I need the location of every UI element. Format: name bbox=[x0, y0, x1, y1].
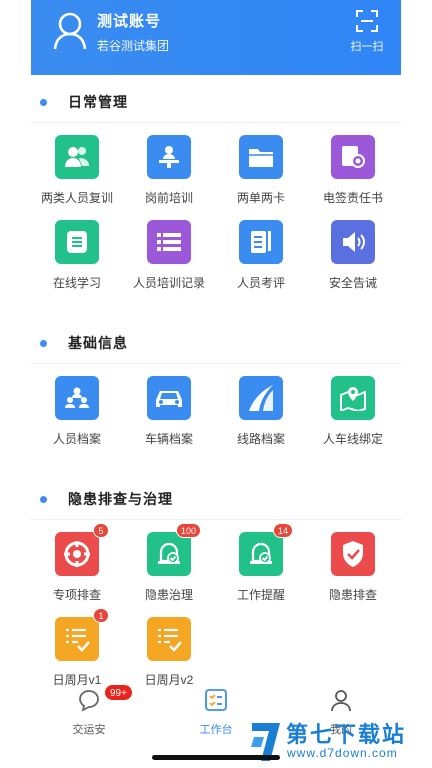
grid-item-vehicle-files[interactable]: 车辆档案 bbox=[123, 376, 215, 447]
grid-item-safety-warning[interactable]: 安全告诫 bbox=[307, 220, 399, 291]
grid-item-label: 工作提醒 bbox=[236, 588, 285, 602]
grid-item-label: 专项排查 bbox=[52, 588, 101, 602]
checklist-icon bbox=[147, 617, 191, 661]
grid-item-label: 电签责任书 bbox=[322, 191, 383, 205]
certificate-icon bbox=[331, 135, 375, 179]
grid-item-online-learning[interactable]: 在线学习 bbox=[31, 220, 123, 291]
divider bbox=[31, 122, 401, 123]
grid-item-route-files[interactable]: 线路档案 bbox=[215, 376, 307, 447]
scan-label: 扫一扫 bbox=[350, 41, 384, 53]
grid-item-label: 岗前培训 bbox=[144, 191, 193, 205]
section-bullet bbox=[40, 339, 47, 347]
grid-item-staff-files[interactable]: 人员档案 bbox=[31, 376, 123, 447]
account-header: 测试账号 若谷测试集团 扫一扫 bbox=[31, 0, 401, 75]
grid-item-two-types-retraining[interactable]: 两类人员复训 bbox=[31, 135, 123, 206]
grid-item-label: 隐患治理 bbox=[144, 588, 193, 602]
staff-icon bbox=[55, 376, 99, 420]
target-icon: 5 bbox=[55, 523, 109, 576]
home-indicator[interactable] bbox=[152, 755, 280, 760]
grid-item-label: 隐患排查 bbox=[328, 588, 377, 602]
grid-item-e-sign-responsibility[interactable]: 电签责任书 bbox=[307, 135, 399, 206]
grid-item-pre-job-training[interactable]: 岗前培训 bbox=[123, 135, 215, 206]
section-title: 隐患排查与治理 bbox=[68, 491, 173, 507]
grid-item-label: 人员培训记录 bbox=[132, 276, 205, 290]
bell-check-icon: 100 bbox=[147, 523, 201, 576]
tab-label: 工作台 bbox=[199, 724, 233, 736]
grid-item-label: 线路档案 bbox=[236, 432, 285, 446]
grid-item-hazard-inspection[interactable]: 隐患排查 bbox=[307, 532, 399, 603]
grid-item-label: 安全告诫 bbox=[328, 276, 377, 290]
watermark-url: www.d7down.com bbox=[287, 746, 398, 760]
grid-item-hazard-governance[interactable]: 100 隐患治理 bbox=[123, 523, 215, 603]
count-badge: 1 bbox=[93, 608, 109, 623]
grid-item-label: 人员考评 bbox=[236, 276, 285, 290]
count-badge: 5 bbox=[93, 523, 109, 538]
tab-label: 交运安 bbox=[72, 724, 106, 736]
divider bbox=[31, 519, 401, 520]
user-icon bbox=[331, 690, 351, 712]
grid-item-label: 在线学习 bbox=[52, 276, 101, 290]
grid-item-label: 人员档案 bbox=[52, 432, 101, 446]
folder-icon bbox=[239, 135, 283, 179]
shield-check-icon bbox=[331, 532, 375, 576]
organization-name: 若谷测试集团 bbox=[97, 39, 170, 53]
section-bullet bbox=[40, 495, 47, 503]
people-icon bbox=[55, 135, 99, 179]
watermark-text: 第七下载站 bbox=[286, 722, 407, 747]
count-badge: 100 bbox=[175, 523, 201, 538]
road-icon bbox=[239, 376, 283, 420]
checklist-icon: 1 bbox=[55, 608, 109, 661]
presenter-icon bbox=[147, 135, 191, 179]
scan-button[interactable]: 扫一扫 bbox=[347, 10, 387, 54]
grid-item-label: 人车线绑定 bbox=[322, 432, 383, 446]
grid-item-person-vehicle-route-binding[interactable]: 人车线绑定 bbox=[307, 376, 399, 447]
grid-item-training-records[interactable]: 人员培训记录 bbox=[123, 220, 215, 291]
count-badge: 14 bbox=[272, 523, 293, 538]
section-hazard-management: 隐患排查与治理 5 专项排查 100 隐患治理 14 工作提醒 隐患排查 1 日… bbox=[31, 487, 401, 687]
car-icon bbox=[147, 376, 191, 420]
bell-check-icon: 14 bbox=[239, 523, 293, 576]
grid-item-label: 日周月v2 bbox=[144, 673, 194, 687]
tab-workbench[interactable]: 工作台 bbox=[176, 688, 256, 737]
grid-item-label: 车辆档案 bbox=[144, 432, 193, 446]
grid-item-daily-weekly-monthly-v2[interactable]: 日周月v2 bbox=[123, 617, 215, 688]
account-name: 测试账号 bbox=[97, 13, 162, 30]
grid-item-work-reminder[interactable]: 14 工作提醒 bbox=[215, 523, 307, 603]
list-icon bbox=[147, 220, 191, 264]
tab-jiaoyunan[interactable]: 99+ 交运安 bbox=[49, 684, 133, 737]
grid-item-label: 两单两卡 bbox=[236, 191, 285, 205]
grid-item-special-inspection[interactable]: 5 专项排查 bbox=[31, 523, 123, 603]
divider bbox=[31, 363, 401, 364]
workbench-icon bbox=[205, 689, 227, 711]
chat-bubble-icon bbox=[79, 690, 99, 712]
grid-item-staff-evaluation[interactable]: 人员考评 bbox=[215, 220, 307, 291]
speaker-icon bbox=[331, 220, 375, 264]
section-title: 基础信息 bbox=[68, 335, 128, 351]
section-basic-info: 基础信息 人员档案 车辆档案 线路档案 人车线绑定 bbox=[31, 331, 401, 446]
section-bullet bbox=[40, 98, 47, 106]
list-doc-icon bbox=[55, 220, 99, 264]
unread-badge: 99+ bbox=[104, 684, 133, 701]
notebook-icon bbox=[239, 220, 283, 264]
user-avatar-icon[interactable] bbox=[53, 12, 87, 50]
grid-item-label: 两类人员复训 bbox=[40, 191, 113, 205]
grid-item-daily-weekly-monthly-v1[interactable]: 1 日周月v1 bbox=[31, 608, 123, 688]
grid-item-two-lists-two-cards[interactable]: 两单两卡 bbox=[215, 135, 307, 206]
section-title: 日常管理 bbox=[68, 94, 128, 110]
scan-icon bbox=[356, 10, 378, 32]
map-pin-icon bbox=[331, 376, 375, 420]
section-daily-management: 日常管理 两类人员复训 岗前培训 两单两卡 电签责任书 在线学习 人员培训记录 … bbox=[31, 90, 401, 290]
